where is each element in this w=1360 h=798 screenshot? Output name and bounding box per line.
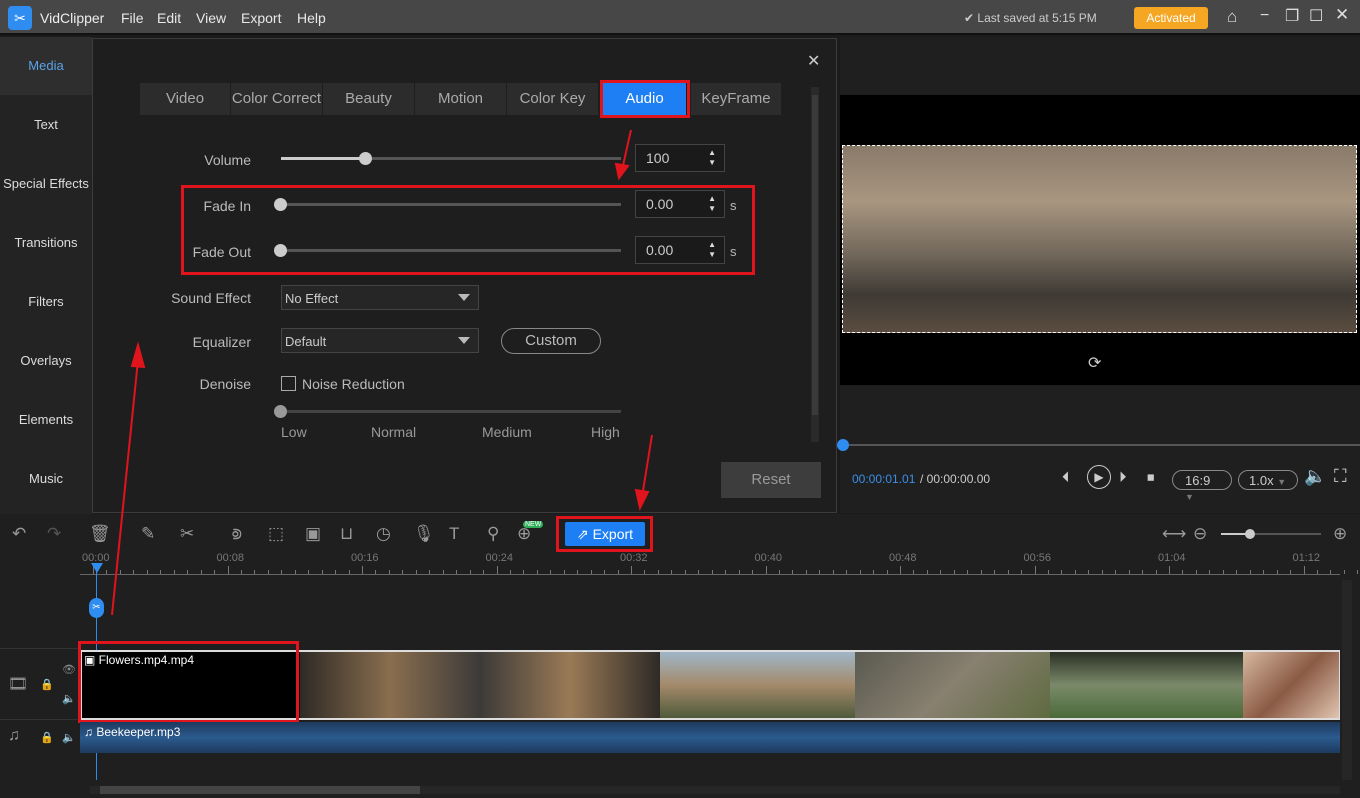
arrow-to-dialog bbox=[111, 359, 139, 616]
annotation-arrows bbox=[111, 129, 653, 616]
arrow-head-icon bbox=[614, 162, 630, 181]
arrow-head-icon bbox=[634, 488, 650, 511]
arrow-head-icon bbox=[130, 341, 146, 369]
arrow-to-export bbox=[641, 434, 653, 498]
arrow-to-fade bbox=[621, 129, 632, 171]
